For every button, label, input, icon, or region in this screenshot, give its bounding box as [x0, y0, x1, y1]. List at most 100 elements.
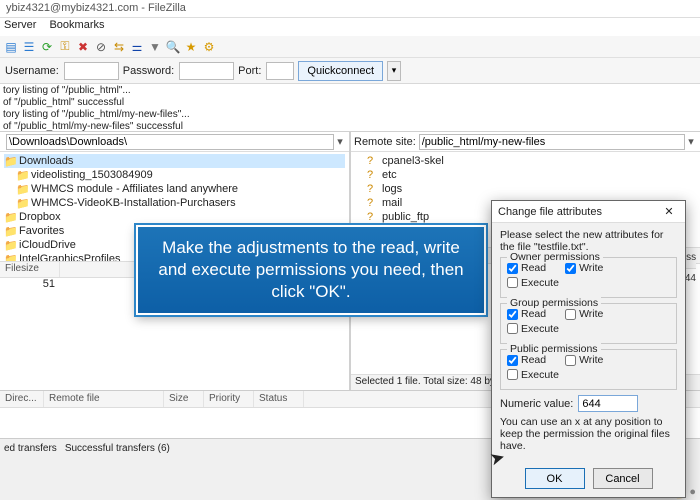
site-manager-icon[interactable]: ▤: [3, 39, 19, 55]
tree-item[interactable]: 📁Dropbox: [4, 210, 345, 224]
message-log[interactable]: tory listing of "/public_html"... of "/p…: [0, 84, 700, 132]
port-label: Port:: [238, 65, 261, 77]
dropdown-icon[interactable]: ▾: [334, 135, 346, 148]
tree-label: videolisting_1503084909: [31, 169, 153, 181]
log-line: of "/public_html/my-new-files" successfu…: [3, 121, 697, 132]
key-icon[interactable]: ⚿: [57, 39, 73, 55]
ok-button[interactable]: OK: [525, 468, 585, 489]
menubar: Server Bookmarks: [0, 18, 700, 36]
tree-label: mail: [382, 197, 402, 209]
tree-label: WHMCS module - Affiliates land anywhere: [31, 183, 238, 195]
dropdown-icon[interactable]: ▾: [685, 135, 697, 148]
group-legend: Public permissions: [507, 343, 601, 355]
instruction-callout: Make the adjustments to the read, write …: [136, 225, 486, 315]
public-write-checkbox[interactable]: Write: [565, 354, 620, 366]
tab-failed-transfers[interactable]: ed transfers: [4, 443, 57, 454]
group-read-checkbox[interactable]: Read: [507, 308, 562, 320]
public-execute-checkbox[interactable]: Execute: [507, 369, 562, 381]
cancel-button[interactable]: Cancel: [593, 468, 653, 489]
activity-icon: ●: [689, 486, 696, 498]
numeric-value-label: Numeric value:: [500, 398, 573, 410]
group-write-checkbox[interactable]: Write: [565, 308, 620, 320]
quickconnect-dropdown[interactable]: ▾: [387, 61, 401, 81]
dialog-titlebar: Change file attributes ✕: [492, 201, 685, 223]
tree-label: iCloudDrive: [19, 239, 76, 251]
dialog-title: Change file attributes: [498, 206, 602, 218]
tree-label: public_ftp: [382, 211, 429, 223]
tree-label: IntelGraphicsProfiles: [19, 253, 121, 262]
col-filesize[interactable]: Filesize: [0, 262, 60, 277]
tab-successful-transfers[interactable]: Successful transfers (6): [65, 443, 170, 454]
file-size: 51: [0, 278, 60, 292]
folder-icon: 📁: [4, 253, 16, 262]
tree-item[interactable]: 📁videolisting_1503084909: [4, 168, 345, 182]
folder-icon: 📁: [4, 225, 16, 237]
port-input[interactable]: [266, 62, 294, 80]
username-input[interactable]: [64, 62, 119, 80]
tree-label: Downloads: [19, 155, 73, 167]
numeric-value-input[interactable]: [578, 395, 638, 412]
unknown-folder-icon: ?: [367, 169, 379, 181]
refresh-icon[interactable]: ⟳: [39, 39, 55, 55]
disconnect-icon[interactable]: ✖: [75, 39, 91, 55]
owner-execute-checkbox[interactable]: Execute: [507, 277, 562, 289]
public-permissions-group: Public permissions Read Write Execute: [500, 349, 677, 390]
compare-icon[interactable]: ⇆: [111, 39, 127, 55]
tree-label: cpanel3-skel: [382, 155, 444, 167]
tree-label: logs: [382, 183, 402, 195]
toggle-log-icon[interactable]: ☰: [21, 39, 37, 55]
password-input[interactable]: [179, 62, 234, 80]
tree-label: Favorites: [19, 225, 64, 237]
settings-icon[interactable]: ⚙: [201, 39, 217, 55]
folder-icon: 📁: [4, 239, 16, 251]
search-icon[interactable]: 🔍: [165, 39, 181, 55]
owner-permissions-group: Owner permissions Read Write Execute: [500, 257, 677, 298]
filter-icon[interactable]: ▼: [147, 39, 163, 55]
unknown-folder-icon: ?: [367, 197, 379, 209]
tree-item[interactable]: 📁WHMCS-VideoKB-Installation-Purchasers: [4, 196, 345, 210]
dialog-buttons: OK Cancel: [492, 462, 685, 497]
folder-icon: 📁: [16, 183, 28, 195]
remote-site-label: Remote site:: [354, 136, 416, 148]
col-remote-file[interactable]: Remote file: [44, 391, 164, 407]
close-icon[interactable]: ✕: [659, 204, 679, 220]
tree-item[interactable]: ?logs: [355, 182, 696, 196]
tree-item-downloads[interactable]: 📁Downloads: [4, 154, 345, 168]
quickconnect-button[interactable]: Quickconnect: [298, 61, 383, 81]
change-attributes-dialog: Change file attributes ✕ Please select t…: [491, 200, 686, 498]
unknown-folder-icon: ?: [367, 183, 379, 195]
window-titlebar: ybiz4321@mybiz4321.com - FileZilla: [0, 0, 700, 18]
local-path-input[interactable]: [6, 134, 334, 150]
remote-path-input[interactable]: [419, 134, 685, 150]
tree-item[interactable]: ?cpanel3-skel: [355, 154, 696, 168]
col-size[interactable]: Size: [164, 391, 204, 407]
tree-label: etc: [382, 169, 397, 181]
folder-icon: 📁: [16, 169, 28, 181]
owner-write-checkbox[interactable]: Write: [565, 262, 620, 274]
bookmark-icon[interactable]: ★: [183, 39, 199, 55]
public-read-checkbox[interactable]: Read: [507, 354, 562, 366]
tree-item[interactable]: ?etc: [355, 168, 696, 182]
sync-icon[interactable]: ⚌: [129, 39, 145, 55]
quickconnect-bar: Username: Password: Port: Quickconnect ▾: [0, 58, 700, 84]
password-label: Password:: [123, 65, 174, 77]
col-status[interactable]: Status: [254, 391, 304, 407]
menu-bookmarks[interactable]: Bookmarks: [49, 19, 104, 31]
folder-icon: 📁: [4, 155, 16, 167]
col-priority[interactable]: Priority: [204, 391, 254, 407]
tree-label: WHMCS-VideoKB-Installation-Purchasers: [31, 197, 236, 209]
owner-read-checkbox[interactable]: Read: [507, 262, 562, 274]
folder-icon: 📁: [4, 211, 16, 223]
tree-item[interactable]: 📁WHMCS module - Affiliates land anywhere: [4, 182, 345, 196]
group-permissions-group: Group permissions Read Write Execute: [500, 303, 677, 344]
remote-path-bar: Remote site: ▾: [351, 132, 700, 152]
unknown-folder-icon: ?: [367, 155, 379, 167]
group-legend: Owner permissions: [507, 251, 603, 263]
group-execute-checkbox[interactable]: Execute: [507, 323, 562, 335]
local-path-bar: ▾: [0, 132, 349, 152]
tree-label: Dropbox: [19, 211, 61, 223]
cancel-icon[interactable]: ⊘: [93, 39, 109, 55]
dialog-hint: You can use an x at any position to keep…: [500, 416, 677, 452]
menu-server[interactable]: Server: [4, 19, 36, 31]
col-direction[interactable]: Direc...: [0, 391, 44, 407]
